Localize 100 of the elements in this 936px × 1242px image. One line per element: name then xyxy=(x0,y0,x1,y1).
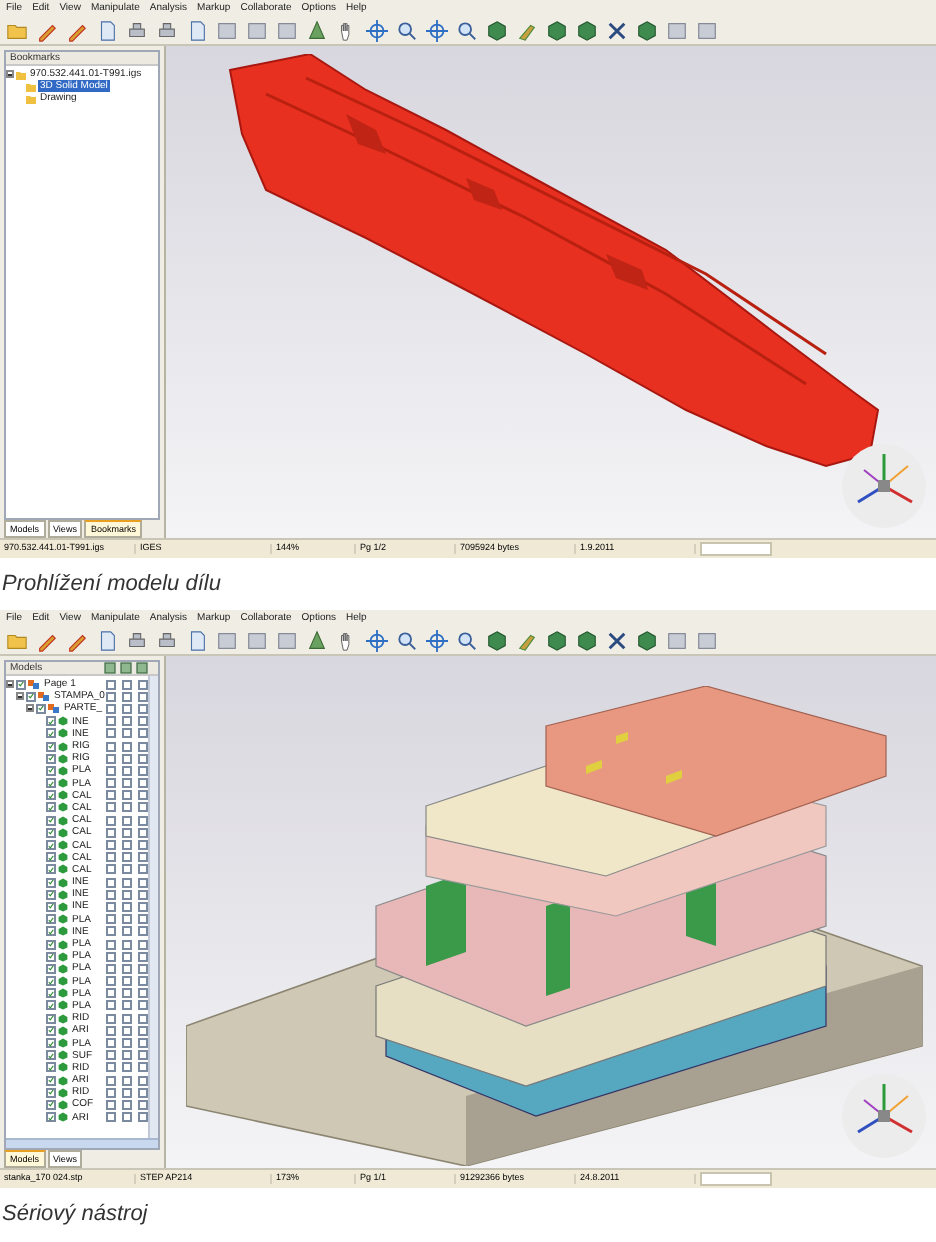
checkbox[interactable] xyxy=(138,790,148,801)
checkbox[interactable] xyxy=(138,901,148,912)
checkbox[interactable] xyxy=(138,753,148,764)
checkbox[interactable] xyxy=(122,864,132,875)
checkbox[interactable] xyxy=(138,877,148,888)
checkbox[interactable] xyxy=(46,976,56,987)
square-icon[interactable] xyxy=(276,20,298,42)
checkbox[interactable] xyxy=(122,914,132,925)
checkbox[interactable] xyxy=(122,691,132,702)
checkbox[interactable] xyxy=(106,716,116,727)
checkbox[interactable] xyxy=(46,1038,56,1049)
checkbox[interactable] xyxy=(122,1099,132,1110)
status-input-field[interactable] xyxy=(700,1172,772,1186)
checkbox[interactable] xyxy=(106,1062,116,1073)
checkbox[interactable] xyxy=(46,951,56,962)
checkbox[interactable] xyxy=(46,889,56,900)
checkbox[interactable] xyxy=(46,1062,56,1073)
checkbox[interactable] xyxy=(138,827,148,838)
checkbox[interactable] xyxy=(138,1050,148,1061)
checkbox[interactable] xyxy=(138,926,148,937)
printer-icon[interactable] xyxy=(156,630,178,652)
checkbox[interactable] xyxy=(46,1099,56,1110)
checkbox[interactable] xyxy=(106,889,116,900)
checkbox[interactable] xyxy=(46,827,56,838)
checkbox[interactable] xyxy=(106,765,116,776)
crosshair-icon[interactable] xyxy=(426,20,448,42)
3d-viewport[interactable] xyxy=(166,46,936,538)
checkbox[interactable] xyxy=(138,889,148,900)
checkbox[interactable] xyxy=(106,914,116,925)
checkbox[interactable] xyxy=(106,1050,116,1061)
checkbox[interactable] xyxy=(122,679,132,690)
crosshair-icon[interactable] xyxy=(366,630,388,652)
checkbox[interactable] xyxy=(106,1099,116,1110)
checkbox[interactable] xyxy=(106,1075,116,1086)
square-icon[interactable] xyxy=(246,20,268,42)
status-input-field[interactable] xyxy=(700,542,772,556)
checkbox[interactable] xyxy=(106,951,116,962)
checkbox[interactable] xyxy=(46,741,56,752)
checkbox[interactable] xyxy=(46,765,56,776)
checkbox[interactable] xyxy=(46,753,56,764)
checkbox[interactable] xyxy=(138,864,148,875)
square-icon[interactable] xyxy=(216,20,238,42)
square-icon[interactable] xyxy=(276,630,298,652)
checkbox[interactable] xyxy=(138,963,148,974)
checkbox[interactable] xyxy=(46,864,56,875)
magnifier-icon[interactable] xyxy=(456,20,478,42)
checkbox[interactable] xyxy=(106,815,116,826)
square-icon[interactable] xyxy=(696,20,718,42)
checkbox[interactable] xyxy=(106,939,116,950)
checkbox[interactable] xyxy=(46,926,56,937)
horizontal-scrollbar[interactable] xyxy=(6,1138,158,1148)
checkbox[interactable] xyxy=(138,1099,148,1110)
checkbox[interactable] xyxy=(122,1112,132,1123)
checkbox[interactable] xyxy=(106,1025,116,1036)
checkbox[interactable] xyxy=(16,679,26,690)
magnifier-icon[interactable] xyxy=(456,630,478,652)
crosshair-icon[interactable] xyxy=(366,20,388,42)
cross-icon[interactable] xyxy=(606,20,628,42)
checkbox[interactable] xyxy=(138,815,148,826)
checkbox[interactable] xyxy=(46,988,56,999)
square-icon[interactable] xyxy=(666,20,688,42)
crosshair-icon[interactable] xyxy=(426,630,448,652)
checkbox[interactable] xyxy=(46,914,56,925)
checkbox[interactable] xyxy=(46,778,56,789)
checkbox[interactable] xyxy=(106,852,116,863)
checkbox[interactable] xyxy=(138,703,148,714)
checkbox[interactable] xyxy=(138,988,148,999)
checkbox[interactable] xyxy=(106,988,116,999)
checkbox[interactable] xyxy=(122,778,132,789)
checkbox[interactable] xyxy=(46,1112,56,1123)
checkbox[interactable] xyxy=(138,1087,148,1098)
checkbox[interactable] xyxy=(138,1013,148,1024)
checkbox[interactable] xyxy=(106,802,116,813)
checkbox[interactable] xyxy=(122,976,132,987)
square-icon[interactable] xyxy=(246,630,268,652)
checkbox[interactable] xyxy=(36,703,46,714)
square-icon[interactable] xyxy=(696,630,718,652)
checkbox[interactable] xyxy=(122,802,132,813)
checkbox[interactable] xyxy=(138,765,148,776)
checkbox[interactable] xyxy=(122,988,132,999)
checkbox[interactable] xyxy=(106,840,116,851)
checkbox[interactable] xyxy=(122,815,132,826)
checkbox[interactable] xyxy=(122,939,132,950)
checkbox[interactable] xyxy=(122,1038,132,1049)
checkbox[interactable] xyxy=(106,691,116,702)
checkbox[interactable] xyxy=(122,790,132,801)
magnifier-icon[interactable] xyxy=(396,630,418,652)
checkbox[interactable] xyxy=(122,1000,132,1011)
checkbox[interactable] xyxy=(122,1025,132,1036)
checkbox[interactable] xyxy=(106,1038,116,1049)
checkbox[interactable] xyxy=(122,1087,132,1098)
checkbox[interactable] xyxy=(46,1075,56,1086)
collapse-toggle[interactable] xyxy=(6,680,14,689)
checkbox[interactable] xyxy=(122,877,132,888)
printer-icon[interactable] xyxy=(126,20,148,42)
square-icon[interactable] xyxy=(216,630,238,652)
checkbox[interactable] xyxy=(46,802,56,813)
checkbox[interactable] xyxy=(138,1062,148,1073)
collapse-toggle[interactable] xyxy=(26,704,34,713)
checkbox[interactable] xyxy=(138,951,148,962)
